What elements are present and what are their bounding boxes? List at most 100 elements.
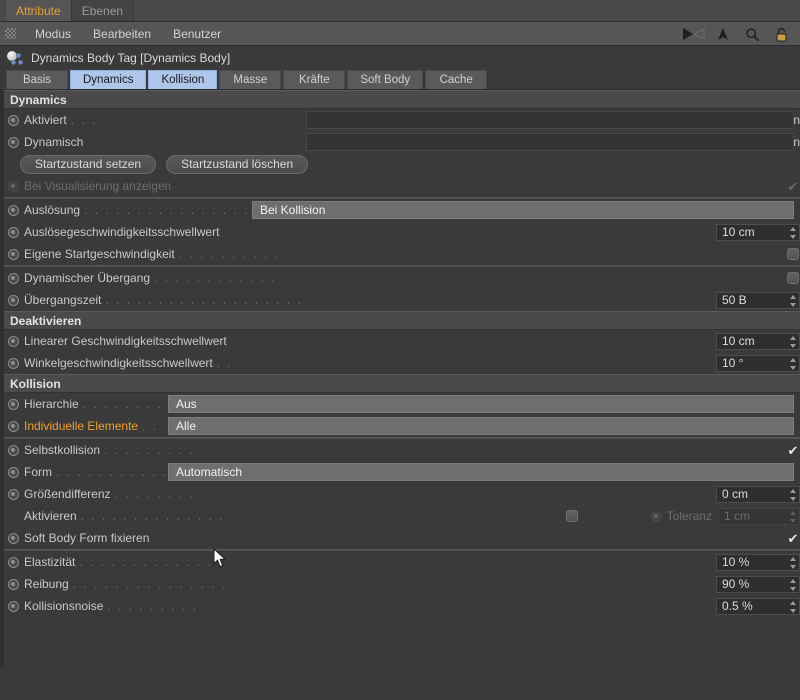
label-dot-leader: . . . . . . . . . . . . . . . . . [80, 203, 264, 217]
attribute-label-aktiviert: Aktiviert [24, 113, 67, 127]
label-dot-leader: . . [213, 356, 716, 370]
number-field-uebergangszeit[interactable]: 50 B [716, 292, 800, 309]
animation-track-icon[interactable] [8, 533, 19, 544]
window-tab-attribute[interactable]: Attribute [6, 0, 72, 21]
checkbox-bei-visualisierung-anzeigen[interactable]: ✔ [786, 180, 800, 193]
back-arrow-icon[interactable] [681, 24, 707, 44]
number-field-kollisionsnoise-value: 0.5 % [722, 599, 753, 613]
animation-track-icon[interactable] [8, 273, 19, 284]
attribute-label-uebergangszeit: Übergangszeit [24, 293, 101, 307]
animation-track-icon[interactable] [8, 181, 19, 192]
tab-kraefte[interactable]: Kräfte [283, 70, 345, 89]
control-wrapper: ✔ [786, 180, 800, 193]
startzustand-setzen-button[interactable]: Startzustand setzen [20, 155, 156, 174]
number-field-elastizitaet[interactable]: 10 % [716, 554, 800, 571]
animation-track-icon[interactable] [8, 205, 19, 216]
animation-track-icon[interactable] [651, 511, 662, 522]
up-arrow-icon[interactable] [710, 24, 736, 44]
control-wrapper: 0 cm [716, 486, 800, 503]
tab-kollision[interactable]: Kollision [148, 70, 217, 89]
number-field-reibung-value: 90 % [722, 577, 749, 591]
label-dot-leader: . . . . . . . . . [100, 443, 786, 457]
number-field-winkelgeschwindigkeitsschwellwert[interactable]: 10 ° [716, 355, 800, 372]
attribute-label-ausloesung: Auslösung [24, 203, 80, 217]
animation-track-icon[interactable] [8, 115, 19, 126]
spinner-arrows-icon[interactable] [789, 295, 796, 307]
checkbox-dynamischer-uebergang[interactable] [787, 272, 799, 284]
number-field-groessendifferenz[interactable]: 0 cm [716, 486, 800, 503]
spinner-arrows-icon[interactable] [789, 601, 796, 613]
checkbox-slot [565, 510, 579, 522]
number-field-kollisionsnoise[interactable]: 0.5 % [716, 598, 800, 615]
animation-track-icon[interactable] [8, 399, 19, 410]
animation-track-icon[interactable] [8, 137, 19, 148]
tab-soft-body[interactable]: Soft Body [347, 70, 423, 89]
grip-dots-icon[interactable] [5, 28, 16, 39]
animation-track-icon[interactable] [8, 421, 19, 432]
checkbox-soft-body-form-fixieren[interactable]: ✔ [786, 532, 800, 545]
animation-track-icon[interactable] [8, 467, 19, 478]
tab-soft-body-label: Soft Body [360, 74, 410, 86]
number-field-toleranz[interactable]: 1 cm [718, 508, 800, 525]
menu-item-benutzer[interactable]: Benutzer [162, 27, 232, 41]
attribute-row-aktivieren: Aktivieren. . . . . . . . . . . . . .Tol… [4, 505, 800, 527]
spinner-arrows-icon[interactable] [789, 557, 796, 569]
number-field-ausloesegeschwindigkeitsschwellwert[interactable]: 10 cm [716, 224, 800, 241]
number-field-linearer-geschwindigkeitsschwellwert[interactable]: 10 cm [716, 333, 800, 350]
attribute-row-form: Form. . . . . . . . . . . . . . . .Autom… [4, 461, 800, 483]
animation-track-icon[interactable] [8, 227, 19, 238]
spinner-arrows-icon[interactable] [789, 579, 796, 591]
spinner-arrows-icon[interactable] [789, 511, 796, 523]
checkbox-aktivieren[interactable] [566, 510, 578, 522]
spinner-arrows-icon[interactable] [789, 227, 796, 239]
window-tab-ebenen[interactable]: Ebenen [72, 0, 134, 21]
mograph-selection-input[interactable] [306, 133, 794, 151]
animation-track-icon[interactable] [8, 579, 19, 590]
spinner-arrows-icon[interactable] [789, 336, 796, 348]
lock-icon[interactable] [768, 24, 794, 44]
spinner-arrows-icon[interactable] [789, 358, 796, 370]
animation-track-icon[interactable] [8, 445, 19, 456]
checkbox-eigene-startgeschwindigkeit[interactable] [787, 248, 799, 260]
animation-track-icon[interactable] [8, 557, 19, 568]
dropdown-individuelle-elemente[interactable]: Alle [168, 417, 794, 435]
attribute-label-linearer-geschwindigkeitsschwellwert: Linearer Geschwindigkeitsschwellwert [24, 334, 227, 348]
group-header-kollision: Kollision [4, 374, 800, 393]
attribute-row-elastizitaet: Elastizität. . . . . . . . . . . . .10 % [4, 551, 800, 573]
startzustand-loeschen-button[interactable]: Startzustand löschen [166, 155, 308, 174]
animation-track-icon[interactable] [8, 336, 19, 347]
dropdown-form[interactable]: Automatisch [168, 463, 794, 481]
menu-item-bearbeiten[interactable]: Bearbeiten [82, 27, 162, 41]
number-field-reibung[interactable]: 90 % [716, 576, 800, 593]
attribute-row-dynamisch: DynamischAnMoGraph Selektion [4, 131, 800, 153]
checkbox-slot [786, 272, 800, 284]
attribute-row-ausloesung: Auslösung. . . . . . . . . . . . . . . .… [4, 199, 800, 221]
attribute-row-aktiviert: Aktiviert. . .✔MoGraph Selektion [4, 109, 800, 131]
dropdown-individuelle-elemente-value: Alle [176, 419, 196, 433]
attribute-label-dynamischer-uebergang: Dynamischer Übergang [24, 271, 150, 285]
tab-masse[interactable]: Masse [219, 70, 281, 89]
toolbar-icons [681, 22, 794, 46]
search-icon[interactable] [739, 24, 765, 44]
tab-cache[interactable]: Cache [425, 70, 487, 89]
label-dot-leader: . . . . . . . . . . . [171, 179, 786, 193]
animation-track-icon[interactable] [8, 295, 19, 306]
dropdown-hierarchie-value: Aus [176, 397, 197, 411]
tab-basis[interactable]: Basis [6, 70, 68, 89]
animation-track-icon[interactable] [8, 601, 19, 612]
spinner-arrows-icon[interactable] [789, 489, 796, 501]
animation-track-icon[interactable] [8, 249, 19, 260]
tab-dynamics[interactable]: Dynamics [70, 70, 146, 89]
attribute-rows-container: DynamicsAktiviert. . .✔MoGraph Selektion… [4, 90, 800, 668]
animation-track-icon[interactable] [8, 489, 19, 500]
animation-track-icon[interactable] [8, 358, 19, 369]
mograph-selection-input[interactable] [306, 111, 794, 129]
menu-item-modus[interactable]: Modus [24, 27, 82, 41]
attribute-tab-bar: Basis Dynamics Kollision Masse Kräfte So… [0, 70, 800, 90]
attribute-label-individuelle-elemente: Individuelle Elemente [24, 419, 138, 433]
dropdown-ausloesung[interactable]: Bei Kollision [252, 201, 794, 219]
checkbox-selbstkollision[interactable]: ✔ [786, 444, 800, 457]
dropdown-hierarchie[interactable]: Aus [168, 395, 794, 413]
group-header-label: Deaktivieren [10, 314, 81, 328]
attribute-row-soft-body-form-fixieren: Soft Body Form fixieren✔ [4, 527, 800, 549]
